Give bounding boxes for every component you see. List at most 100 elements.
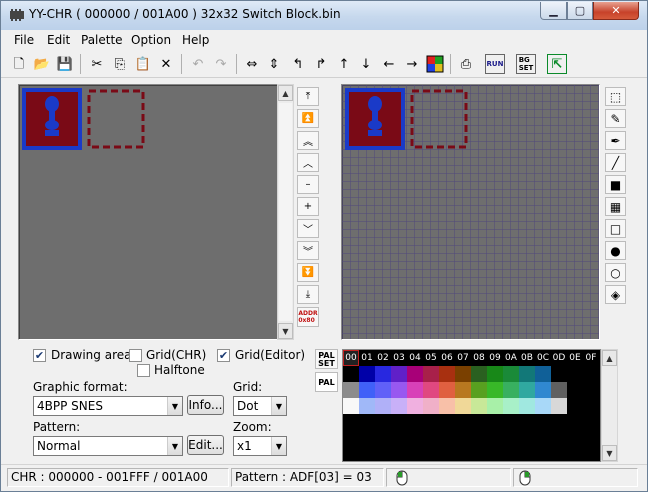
zoom-select[interactable]: x1 ▼: [233, 436, 287, 456]
palette-index-09[interactable]: 09: [487, 350, 503, 366]
palette-index-06[interactable]: 06: [439, 350, 455, 366]
palette-index-0D[interactable]: 0D: [551, 350, 567, 366]
title-bar[interactable]: YY-CHR ( 000000 / 001A00 ) 32x32 Switch …: [1, 1, 647, 30]
scroll-page-up-fast-icon[interactable]: ⏫: [297, 109, 319, 128]
palette-swatch[interactable]: [551, 382, 567, 398]
paste-icon[interactable]: 📋: [132, 53, 154, 75]
palette-swatch[interactable]: [471, 382, 487, 398]
palette-swatch[interactable]: [359, 398, 375, 414]
palette-swatch[interactable]: [503, 382, 519, 398]
palette-index-08[interactable]: 08: [471, 350, 487, 366]
palette-swatch[interactable]: [519, 398, 535, 414]
shift-up-icon[interactable]: ↑: [333, 53, 355, 75]
palette-swatch[interactable]: [423, 382, 439, 398]
scroll-page-down-fast-icon[interactable]: ⏬: [297, 263, 319, 282]
rect-tool-icon[interactable]: □: [605, 219, 626, 238]
palette-swatch[interactable]: [503, 398, 519, 414]
edit-button[interactable]: Edit...: [187, 435, 224, 455]
scroll-row-up-icon[interactable]: ︿: [297, 153, 319, 172]
fill-tool-icon[interactable]: ◈: [605, 285, 626, 304]
palette-swatch[interactable]: [407, 398, 423, 414]
scroll-page-down-icon[interactable]: ︾: [297, 241, 319, 260]
pattern-select[interactable]: Normal ▼: [33, 436, 183, 456]
palette-index-07[interactable]: 07: [455, 350, 471, 366]
grid-editor-checkbox[interactable]: ✔: [217, 349, 230, 362]
dither-tool-icon[interactable]: ▦: [605, 197, 626, 216]
palette-swatch[interactable]: [423, 366, 439, 382]
rotate-left-icon[interactable]: ↰: [287, 53, 309, 75]
copy-icon[interactable]: ⎘: [109, 53, 131, 75]
palette-swatch[interactable]: [407, 382, 423, 398]
graphic-format-select[interactable]: 4BPP SNES ▼: [33, 396, 183, 416]
palette-scrollbar[interactable]: ▲ ▼: [601, 349, 618, 462]
palette-swatch[interactable]: [487, 398, 503, 414]
info-button[interactable]: Info...: [187, 395, 224, 415]
palette-swatch[interactable]: [535, 382, 551, 398]
palette-swatch[interactable]: [471, 398, 487, 414]
scroll-row-down-icon[interactable]: ﹀: [297, 219, 319, 238]
palette-swatch[interactable]: [583, 366, 599, 382]
menu-help[interactable]: Help: [182, 33, 209, 47]
open-icon[interactable]: 📂: [31, 53, 53, 75]
drawing-area-checkbox[interactable]: ✔: [33, 349, 46, 362]
palette-swatch[interactable]: [343, 382, 359, 398]
palette-swatch[interactable]: [567, 398, 583, 414]
palette-swatch[interactable]: [519, 382, 535, 398]
palette-index-0A[interactable]: 0A: [503, 350, 519, 366]
pal-tab[interactable]: PAL: [315, 372, 338, 392]
editor-canvas[interactable]: [342, 85, 599, 339]
scroll-up-icon[interactable]: ▲: [602, 350, 617, 366]
palette-swatch[interactable]: [455, 366, 471, 382]
palette-swatch[interactable]: [535, 366, 551, 382]
scroll-bottom-icon[interactable]: ⤓: [297, 285, 319, 304]
delete-icon[interactable]: ✕: [155, 53, 177, 75]
menu-edit[interactable]: Edit: [47, 33, 70, 47]
circle-tool-icon[interactable]: ○: [605, 263, 626, 282]
palette-swatch[interactable]: [391, 366, 407, 382]
pen-tool-icon[interactable]: ✒: [605, 131, 626, 150]
palette-swatch[interactable]: [375, 398, 391, 414]
shift-right-icon[interactable]: →: [401, 53, 423, 75]
palette-swatch[interactable]: [391, 398, 407, 414]
bg-set-icon[interactable]: BG SET: [516, 54, 536, 74]
flip-vertical-icon[interactable]: ⇕: [263, 53, 285, 75]
palette-swatch[interactable]: [343, 366, 359, 382]
palette-swatch[interactable]: [551, 366, 567, 382]
palette-swatch[interactable]: [359, 366, 375, 382]
selection-cursor[interactable]: [87, 89, 145, 149]
palette-swatch[interactable]: [471, 366, 487, 382]
palette-index-02[interactable]: 02: [375, 350, 391, 366]
palette-swatch[interactable]: [455, 398, 471, 414]
palette-swatch[interactable]: [439, 382, 455, 398]
flip-horizontal-icon[interactable]: ⇔: [241, 53, 263, 75]
palette-swatch[interactable]: [391, 382, 407, 398]
chr-scrollbar[interactable]: ▲ ▼: [277, 84, 294, 340]
palette-index-0E[interactable]: 0E: [567, 350, 583, 366]
select-tool-icon[interactable]: ⬚: [605, 87, 626, 106]
palette-swatch[interactable]: [535, 398, 551, 414]
palette-swatch[interactable]: [439, 398, 455, 414]
menu-option[interactable]: Option: [131, 33, 171, 47]
chr-canvas[interactable]: [19, 85, 277, 339]
palette-swatch[interactable]: [567, 366, 583, 382]
palette-index-00[interactable]: 00: [343, 350, 359, 366]
shift-down-icon[interactable]: ↓: [355, 53, 377, 75]
close-button[interactable]: ✕: [593, 2, 639, 20]
scroll-minus-icon[interactable]: –: [297, 175, 319, 194]
menu-file[interactable]: File: [14, 33, 34, 47]
palette-index-0F[interactable]: 0F: [583, 350, 599, 366]
minimize-button[interactable]: ▁: [540, 2, 567, 20]
filled-circle-tool-icon[interactable]: ●: [605, 241, 626, 260]
filled-rect-tool-icon[interactable]: ■: [605, 175, 626, 194]
menu-palette[interactable]: Palette: [81, 33, 123, 47]
palette-swatch[interactable]: [487, 366, 503, 382]
palette-index-0B[interactable]: 0B: [519, 350, 535, 366]
line-tool-icon[interactable]: ╱: [605, 153, 626, 172]
palette-swatch[interactable]: [455, 382, 471, 398]
palette-swatch[interactable]: [359, 382, 375, 398]
scroll-track[interactable]: [279, 103, 292, 321]
palette-swatch[interactable]: [343, 398, 359, 414]
editor-view[interactable]: [341, 84, 600, 340]
new-icon[interactable]: 🗋: [8, 53, 30, 75]
scroll-up-icon[interactable]: ▲: [278, 85, 293, 101]
